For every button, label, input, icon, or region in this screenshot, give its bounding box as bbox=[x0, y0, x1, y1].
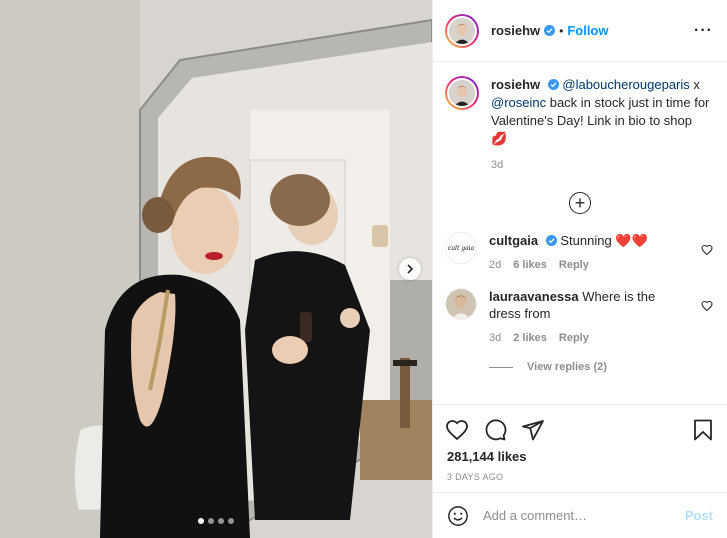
author-avatar[interactable] bbox=[445, 13, 479, 48]
heart-icon[interactable] bbox=[701, 300, 713, 312]
commenter-username[interactable]: cultgaia bbox=[489, 233, 538, 248]
verified-badge-icon bbox=[547, 79, 559, 90]
follow-button[interactable]: Follow bbox=[567, 23, 608, 38]
reply-button[interactable]: Reply bbox=[559, 257, 589, 274]
commenter-avatar[interactable] bbox=[445, 288, 477, 320]
caption-mention-roseinc[interactable]: @roseinc bbox=[491, 95, 546, 110]
comment-age[interactable]: 3d bbox=[489, 330, 501, 347]
replies-divider bbox=[489, 366, 513, 368]
header-separator: • bbox=[559, 23, 564, 38]
author-username[interactable]: rosiehw bbox=[491, 23, 540, 38]
like-count[interactable]: 281,144 likes bbox=[433, 449, 727, 464]
carousel-dot bbox=[218, 518, 224, 524]
comment-input[interactable] bbox=[483, 508, 673, 523]
comment-likes[interactable]: 6 likes bbox=[513, 257, 547, 274]
post-panel: rosiehw • Follow ··· rosiehw @labouchero… bbox=[432, 0, 727, 538]
comment-likes[interactable]: 2 likes bbox=[513, 330, 547, 347]
emoji-icon[interactable] bbox=[447, 505, 469, 527]
post-timestamp[interactable]: 3 DAYS AGO bbox=[433, 472, 727, 482]
verified-badge-icon bbox=[545, 235, 557, 246]
more-options-icon[interactable]: ··· bbox=[694, 22, 713, 38]
heart-icon[interactable] bbox=[701, 244, 713, 256]
comment-text: Stunning ❤️❤️ bbox=[560, 233, 648, 248]
post-photo[interactable] bbox=[0, 0, 432, 538]
post-comment-button[interactable]: Post bbox=[685, 508, 713, 523]
comment-composer: Post bbox=[433, 492, 727, 538]
load-more-comments: + bbox=[433, 192, 727, 214]
carousel-dot bbox=[228, 518, 234, 524]
verified-badge-icon bbox=[544, 25, 556, 36]
caption-avatar[interactable] bbox=[445, 76, 479, 110]
post-header: rosiehw • Follow ··· bbox=[433, 0, 727, 62]
reply-button[interactable]: Reply bbox=[559, 330, 589, 347]
commenter-username[interactable]: lauraavanessa bbox=[489, 289, 579, 304]
commenter-avatar[interactable]: cult gaia bbox=[445, 232, 477, 264]
share-icon[interactable] bbox=[521, 418, 545, 442]
plus-circle-icon[interactable]: + bbox=[569, 192, 591, 214]
carousel-dot bbox=[198, 518, 204, 524]
view-replies-button[interactable]: View replies (2) bbox=[489, 361, 727, 373]
caption-body: rosiehw @laboucherougeparis x @roseinc b… bbox=[491, 76, 711, 174]
commenter-avatar-logo: cult gaia bbox=[447, 244, 475, 252]
caption-mention-laboucherouge[interactable]: @laboucherougeparis bbox=[562, 77, 689, 92]
caption-username[interactable]: rosiehw bbox=[491, 77, 540, 92]
comment-icon[interactable] bbox=[483, 418, 507, 442]
comment-item: cult gaia cultgaia Stunning ❤️❤️ 2d 6 li… bbox=[433, 232, 727, 274]
comment-body: cultgaia Stunning ❤️❤️ 2d 6 likes Reply bbox=[489, 232, 689, 274]
post-image bbox=[0, 0, 432, 538]
action-bar bbox=[433, 405, 727, 447]
caption: rosiehw @laboucherougeparis x @roseinc b… bbox=[433, 62, 727, 174]
carousel-indicators bbox=[0, 518, 432, 524]
chevron-right-icon bbox=[407, 264, 414, 274]
post-container: rosiehw • Follow ··· rosiehw @labouchero… bbox=[0, 0, 727, 538]
caption-age[interactable]: 3d bbox=[491, 156, 503, 174]
caption-text-connector: x bbox=[689, 77, 700, 92]
view-replies-label: View replies (2) bbox=[527, 361, 607, 373]
carousel-dot bbox=[208, 518, 214, 524]
comment-body: lauraavanessa Where is the dress from 3d… bbox=[489, 288, 689, 347]
comments-section: rosiehw @laboucherougeparis x @roseinc b… bbox=[433, 62, 727, 404]
comment-item: lauraavanessa Where is the dress from 3d… bbox=[433, 288, 727, 347]
carousel-next-button[interactable] bbox=[399, 258, 421, 280]
heart-icon[interactable] bbox=[445, 418, 469, 442]
bookmark-icon[interactable] bbox=[691, 418, 715, 442]
post-actions: 281,144 likes 3 DAYS AGO bbox=[433, 404, 727, 482]
comment-age[interactable]: 2d bbox=[489, 257, 501, 274]
